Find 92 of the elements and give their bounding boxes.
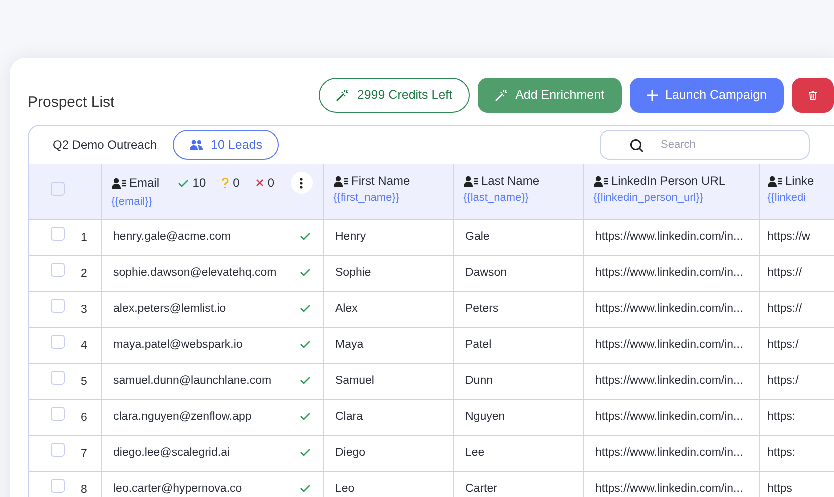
last-name-cell: Peters [466,302,499,315]
linkedin-url-cell: https://www.linkedin.com/in... [596,266,744,279]
first-name-cell: Alex [336,302,358,315]
row-number: 8 [81,484,88,496]
launch-campaign-button[interactable]: Launch Campaign [630,78,784,113]
linkedin-url-cell: https://www.linkedin.com/in... [596,374,744,387]
row-number: 4 [81,340,88,352]
email-cell-text: diego.lee@scalegrid.ai [114,446,230,461]
first-name-cell: Henry [336,230,366,243]
contact-card-icon [594,176,608,187]
column-header[interactable]: Email [130,174,160,192]
last-name-cell: Lee [466,446,485,459]
row-checkbox[interactable] [51,479,65,494]
first-name-cell: Samuel [336,374,374,387]
people-icon [190,140,204,150]
leads-badge[interactable]: 10 Leads [173,130,280,160]
last-name-cell: Dunn [466,374,493,387]
last-name-cell: Dawson [466,266,508,279]
invalid-count: 0 [268,175,274,192]
table-cell: https:// [768,302,802,315]
row-checkbox[interactable] [51,227,65,242]
plus-icon [646,90,658,101]
linkedin-url-cell: https://www.linkedin.com/in... [596,446,744,459]
column-header[interactable]: LinkedIn Person URL [612,172,726,190]
linkedin-url-cell: https://www.linkedin.com/in... [596,482,744,495]
email-cell-text: henry.gale@acme.com [114,230,232,245]
last-name-cell: Nguyen [466,410,506,423]
first-name-cell: Sophie [336,266,372,279]
column-variable: {{first_name}} [334,191,401,206]
linkedin-url-cell: https://www.linkedin.com/in... [596,302,744,315]
question-icon [222,178,230,189]
last-name-cell: Carter [466,482,498,495]
cross-icon [256,179,264,188]
email-cell-text: maya.patel@webspark.io [114,338,243,353]
select-all-checkbox[interactable] [51,182,65,196]
table-cell: https:// [768,266,802,279]
table-cell: https: [768,446,796,459]
row-number: 6 [81,412,88,424]
column-header[interactable]: Linke [786,172,814,190]
check-icon [178,178,189,188]
table-cell: https:/ [768,338,799,351]
row-number: 1 [81,232,88,244]
row-number: 3 [81,304,88,316]
contact-card-icon [464,176,478,187]
column-variable: {{linkedi [768,191,808,206]
linkedin-url-cell: https://www.linkedin.com/in... [596,230,744,243]
first-name-cell: Diego [336,446,366,459]
row-checkbox[interactable] [51,335,65,350]
table-cell: https [768,482,792,495]
contact-card-icon [768,176,782,187]
email-cell-text: alex.peters@lemlist.io [114,302,226,317]
last-name-cell: Gale [466,230,490,243]
search-field[interactable]: Search [600,130,810,160]
kebab-icon [300,178,303,189]
row-number: 5 [81,376,88,388]
page-title: Prospect List [28,93,115,113]
row-checkbox[interactable] [51,371,65,386]
magic-wand-icon [494,88,508,102]
column-variable: {{email}} [112,195,154,210]
contact-card-icon [334,176,348,187]
email-cell-text: sophie.dawson@elevatehq.com [114,266,277,281]
email-cell-text: leo.carter@hypernova.co [114,482,242,497]
first-name-cell: Leo [336,482,355,495]
valid-count: 10 [192,175,206,192]
email-cell-text: samuel.dunn@launchlane.com [114,374,272,389]
more-options-button[interactable] [290,172,312,194]
contact-card-icon [112,178,126,189]
table-cell: https: [768,410,796,423]
delete-button[interactable] [792,78,834,113]
email-cell-text: clara.nguyen@zenflow.app [114,410,252,425]
row-checkbox[interactable] [51,263,65,278]
trash-icon [809,88,817,102]
credits-button[interactable]: 2999 Credits Left [319,78,470,113]
first-name-cell: Maya [336,338,364,351]
column-header[interactable]: First Name [352,172,410,190]
magic-wand-icon [336,88,350,102]
row-checkbox[interactable] [51,443,65,458]
linkedin-url-cell: https://www.linkedin.com/in... [596,338,744,351]
table-cell: https:/ [768,374,799,387]
table-cell: https://w [768,230,810,243]
unknown-count: 0 [233,175,240,192]
linkedin-url-cell: https://www.linkedin.com/in... [596,410,744,423]
column-variable: {{linkedin_person_url}} [594,191,705,206]
row-checkbox[interactable] [51,299,65,314]
last-name-cell: Patel [466,338,492,351]
column-variable: {{last_name}} [464,191,530,206]
list-name[interactable]: Q2 Demo Outreach [53,136,158,154]
first-name-cell: Clara [336,410,363,423]
row-number: 7 [81,448,88,460]
column-header[interactable]: Last Name [482,172,540,190]
row-number: 2 [81,268,88,280]
row-checkbox[interactable] [51,407,65,422]
